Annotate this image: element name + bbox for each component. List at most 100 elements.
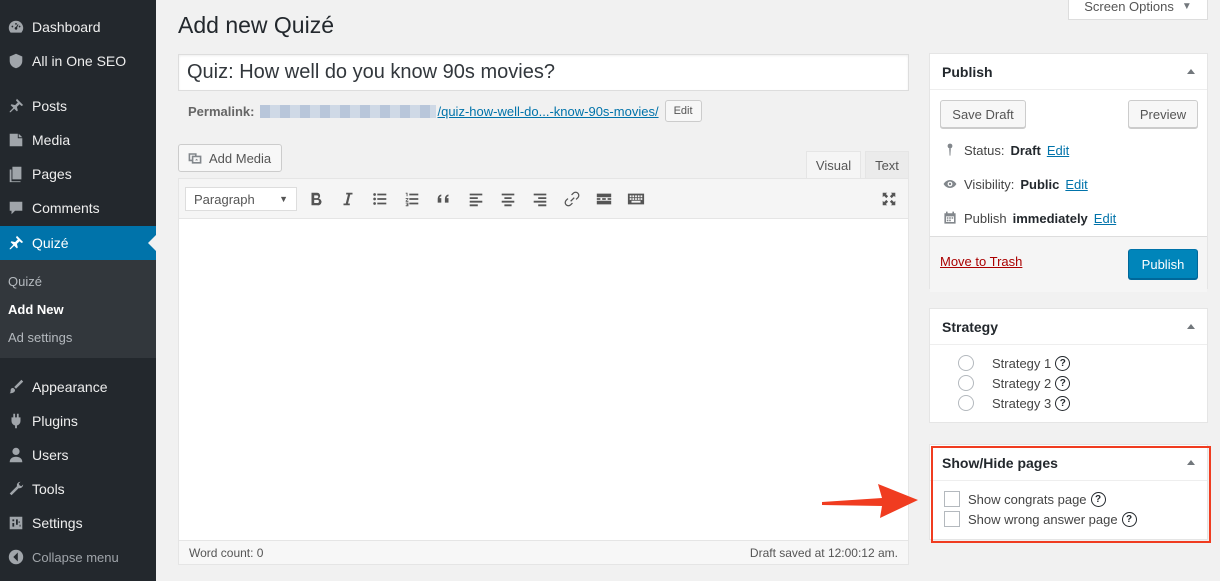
submenu-item-ad-settings[interactable]: Ad settings	[8, 330, 72, 345]
insert-link-button[interactable]	[560, 187, 584, 211]
screen-options-button[interactable]: Screen Options ▼	[1068, 0, 1208, 20]
current-menu-arrow	[148, 235, 156, 251]
help-icon[interactable]: ?	[1121, 511, 1137, 527]
sidebar-item-settings[interactable]: Settings	[0, 506, 156, 540]
publish-button[interactable]: Publish	[1128, 249, 1198, 279]
sidebar-item-comments[interactable]: Comments	[0, 191, 156, 225]
strategy-option-1[interactable]: Strategy 1 ?	[958, 353, 1071, 373]
show-hide-pages-box: Show/Hide pages Show congrats page ? Sho…	[929, 444, 1208, 540]
admin-sidebar: Dashboard All in One SEO Posts Media Pag…	[0, 0, 156, 581]
sidebar-item-label: Comments	[32, 200, 100, 216]
permalink-link[interactable]: /quiz-how-well-do...-know-90s-movies/	[437, 104, 658, 119]
comment-icon	[0, 199, 32, 217]
submenu-item-quize[interactable]: Quizé	[8, 274, 42, 289]
align-right-button[interactable]	[528, 187, 552, 211]
visibility-label: Visibility:	[964, 176, 1015, 192]
quize-submenu: Quizé Add New Ad settings	[0, 260, 156, 358]
sidebar-item-label: Dashboard	[32, 19, 101, 35]
publish-box-header[interactable]: Publish	[930, 54, 1207, 90]
show-wrong-answer-checkbox[interactable]	[944, 511, 960, 527]
quote-icon	[437, 194, 449, 203]
blockquote-button[interactable]	[432, 187, 456, 211]
tab-visual[interactable]: Visual	[806, 151, 861, 179]
help-icon[interactable]: ?	[1090, 491, 1106, 507]
strategy-radio[interactable]	[958, 355, 974, 371]
toggle-arrow-icon[interactable]	[1187, 324, 1195, 329]
numbered-list-button[interactable]	[400, 187, 424, 211]
toggle-arrow-icon[interactable]	[1187, 69, 1195, 74]
pin-icon	[0, 97, 32, 115]
sidebar-item-label: Users	[32, 447, 69, 463]
strategy-box: Strategy Strategy 1 ? Strategy 2 ? Strat…	[929, 308, 1208, 423]
strategy-box-header[interactable]: Strategy	[930, 309, 1207, 345]
sidebar-item-label: Tools	[32, 481, 65, 497]
format-select[interactable]: Paragraph ▼	[185, 187, 297, 211]
sidebar-item-label: Posts	[32, 98, 68, 114]
edit-schedule-link[interactable]: Edit	[1094, 211, 1116, 226]
fullscreen-button[interactable]	[877, 187, 901, 211]
sidebar-item-quize[interactable]: Quizé	[0, 226, 156, 260]
read-more-button[interactable]	[592, 187, 616, 211]
editor-content-area[interactable]	[179, 219, 908, 539]
align-left-button[interactable]	[464, 187, 488, 211]
strategy-box-title: Strategy	[942, 318, 999, 335]
bold-button[interactable]	[304, 187, 328, 211]
align-center-button[interactable]	[496, 187, 520, 211]
media-icon	[188, 153, 202, 164]
sidebar-item-media[interactable]: Media	[0, 123, 156, 157]
brush-icon	[0, 378, 32, 396]
sidebar-item-label: Settings	[32, 515, 83, 531]
strategy-option-3[interactable]: Strategy 3 ?	[958, 393, 1071, 413]
sidebar-item-posts[interactable]: Posts	[0, 89, 156, 123]
caret-down-icon: ▼	[279, 194, 288, 204]
toggle-arrow-icon[interactable]	[1187, 460, 1195, 465]
move-to-trash-link[interactable]: Move to Trash	[940, 254, 1022, 269]
save-draft-button[interactable]: Save Draft	[940, 100, 1026, 128]
help-icon[interactable]: ?	[1055, 375, 1071, 391]
settings-icon	[0, 514, 32, 532]
strategy-radio[interactable]	[958, 395, 974, 411]
sidebar-item-seo[interactable]: All in One SEO	[0, 44, 156, 78]
numbered-list-icon	[405, 192, 419, 207]
strategy-radio[interactable]	[958, 375, 974, 391]
pin-icon	[0, 234, 32, 252]
show-hide-box-header[interactable]: Show/Hide pages	[930, 445, 1207, 481]
bullet-list-button[interactable]	[368, 187, 392, 211]
media-icon	[0, 131, 32, 149]
sidebar-item-label: Plugins	[32, 413, 78, 429]
post-title-input[interactable]	[178, 54, 909, 91]
sidebar-item-label: Quizé	[32, 235, 69, 251]
strategy-option-2[interactable]: Strategy 2 ?	[958, 373, 1071, 393]
align-left-icon	[469, 193, 483, 207]
submenu-item-add-new[interactable]: Add New	[8, 302, 64, 317]
sidebar-item-pages[interactable]: Pages	[0, 157, 156, 191]
sidebar-item-users[interactable]: Users	[0, 438, 156, 472]
tab-text[interactable]: Text	[865, 151, 909, 179]
italic-button[interactable]	[336, 187, 360, 211]
bullet-list-icon	[373, 193, 387, 205]
edit-visibility-link[interactable]: Edit	[1065, 177, 1087, 192]
sidebar-item-tools[interactable]: Tools	[0, 472, 156, 506]
calendar-icon	[944, 211, 956, 224]
sidebar-item-dashboard[interactable]: Dashboard	[0, 10, 156, 44]
toolbar-toggle-button[interactable]	[624, 187, 648, 211]
word-count: Word count: 0	[189, 545, 264, 560]
publish-actions: Move to Trash Publish	[930, 236, 1207, 292]
show-congrats-checkbox[interactable]	[944, 491, 960, 507]
show-congrats-option[interactable]: Show congrats page ?	[944, 489, 1106, 509]
format-select-value: Paragraph	[194, 191, 255, 207]
publish-schedule-row: Publish immediately Edit	[942, 208, 1116, 228]
user-icon	[0, 446, 32, 464]
show-wrong-answer-option[interactable]: Show wrong answer page ?	[944, 509, 1137, 529]
collapse-menu-button[interactable]: Collapse menu	[0, 540, 156, 574]
add-media-button[interactable]: Add Media	[178, 144, 282, 172]
sidebar-item-plugins[interactable]: Plugins	[0, 404, 156, 438]
help-icon[interactable]: ?	[1055, 395, 1071, 411]
link-icon	[564, 191, 580, 207]
edit-status-link[interactable]: Edit	[1047, 143, 1069, 158]
visibility-value: Public	[1020, 176, 1060, 192]
sidebar-item-appearance[interactable]: Appearance	[0, 370, 156, 404]
permalink-edit-button[interactable]: Edit	[664, 100, 702, 122]
help-icon[interactable]: ?	[1055, 355, 1071, 371]
preview-button[interactable]: Preview	[1128, 100, 1198, 128]
